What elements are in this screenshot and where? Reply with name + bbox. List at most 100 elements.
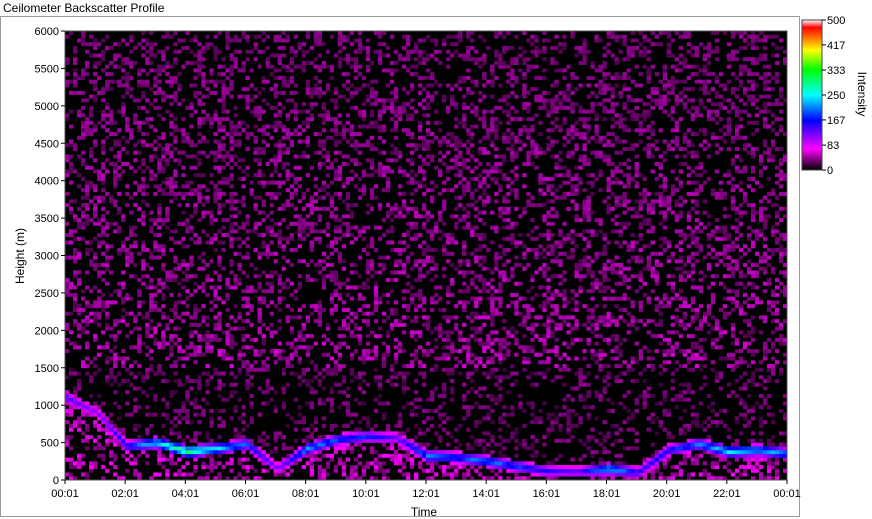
heatmap-cell: [117, 53, 122, 58]
heatmap-cell: [381, 68, 387, 73]
heatmap-cell: [101, 262, 106, 268]
heatmap-cell: [357, 334, 363, 339]
heatmap-cell: [426, 113, 431, 118]
heatmap-cell: [225, 446, 230, 451]
heatmap-cell: [369, 79, 375, 84]
heatmap-cell: [205, 195, 210, 200]
heatmap-cell: [97, 289, 102, 294]
heatmap-cell: [434, 356, 439, 361]
heatmap-cell: [217, 349, 222, 354]
heatmap-cell: [81, 203, 86, 208]
heatmap-cell: [321, 438, 327, 443]
heatmap-cell: [486, 150, 491, 155]
heatmap-cell: [281, 457, 286, 462]
heatmap-cell: [462, 337, 467, 342]
heatmap-cell: [289, 352, 294, 357]
heatmap-cell: [65, 281, 70, 286]
heatmap-cell: [201, 442, 206, 447]
heatmap-cell: [209, 79, 214, 84]
heatmap-cell: [393, 371, 399, 376]
heatmap-cell: [81, 42, 86, 47]
heatmap-cell: [197, 446, 202, 451]
heatmap-cell: [169, 143, 174, 148]
heatmap-cell: [393, 307, 399, 312]
heatmap-cell: [213, 248, 218, 253]
heatmap-cell: [229, 442, 234, 447]
heatmap-cell: [141, 218, 146, 223]
heatmap-cell: [145, 334, 150, 339]
heatmap-cell: [373, 435, 379, 440]
heatmap-cell: [225, 341, 230, 346]
heatmap-cell: [101, 233, 106, 238]
heatmap-cell: [133, 468, 138, 473]
heatmap-cell: [309, 259, 314, 264]
heatmap-cell: [177, 442, 182, 447]
heatmap-cell: [181, 382, 186, 387]
heatmap-cell: [353, 442, 359, 447]
heatmap-cell: [157, 72, 162, 77]
heatmap-cell: [101, 49, 106, 54]
heatmap-cell: [417, 169, 423, 174]
heatmap-cell: [401, 169, 407, 174]
heatmap-cell: [261, 75, 266, 80]
heatmap-cell: [514, 330, 519, 335]
heatmap-cell: [269, 461, 274, 466]
heatmap-cell: [389, 150, 395, 155]
heatmap-cell: [161, 218, 166, 223]
heatmap-cell: [301, 150, 306, 155]
heatmap-cell: [405, 210, 411, 215]
heatmap-cell: [438, 150, 443, 155]
heatmap-cell: [225, 322, 230, 327]
heatmap-cell: [446, 165, 451, 170]
heatmap-cell: [313, 34, 318, 39]
heatmap-cell: [177, 315, 182, 320]
heatmap-cell: [205, 364, 210, 369]
heatmap-cell: [73, 255, 78, 260]
heatmap-cell: [249, 262, 254, 268]
heatmap-cell: [253, 139, 258, 144]
heatmap-cell: [482, 113, 487, 118]
heatmap-cell: [482, 461, 487, 466]
heatmap-cell: [349, 135, 355, 140]
heatmap-cell: [325, 364, 331, 369]
heatmap-cell: [149, 334, 154, 339]
heatmap-cell: [185, 218, 190, 223]
heatmap-cell: [301, 259, 306, 264]
heatmap-cell: [225, 233, 230, 238]
heatmap-cell: [261, 450, 266, 455]
heatmap-cell: [389, 457, 395, 462]
heatmap-cell: [205, 442, 210, 447]
heatmap-cell: [93, 251, 98, 256]
heatmap-cell: [514, 255, 519, 260]
heatmap-cell: [189, 352, 194, 357]
heatmap-cell: [405, 472, 411, 477]
heatmap-cell: [325, 173, 331, 178]
heatmap-cell: [426, 139, 431, 144]
heatmap-cell: [221, 203, 226, 208]
heatmap-cell: [405, 450, 411, 455]
heatmap-cell: [389, 98, 395, 103]
heatmap-cell: [85, 322, 90, 327]
heatmap-cell: [141, 105, 146, 110]
heatmap-cell: [413, 352, 419, 357]
heatmap-cell: [409, 408, 415, 413]
heatmap-cell: [241, 337, 246, 342]
heatmap-cell: [498, 60, 503, 65]
heatmap-cell: [361, 124, 367, 129]
heatmap-cell: [297, 345, 302, 350]
heatmap-cell: [201, 352, 206, 357]
heatmap-cell: [321, 367, 327, 372]
heatmap-cell: [113, 173, 118, 178]
heatmap-cell: [309, 102, 314, 107]
heatmap-cell: [329, 311, 335, 316]
heatmap-cell: [417, 128, 423, 133]
heatmap-cell: [381, 31, 387, 36]
heatmap-cell: [341, 431, 347, 436]
heatmap-cell: [301, 195, 306, 200]
heatmap-cell: [341, 233, 347, 238]
heatmap-cell: [269, 311, 274, 316]
heatmap-cell: [165, 176, 170, 181]
heatmap-cell: [317, 262, 323, 268]
heatmap-cell: [193, 330, 198, 335]
heatmap-cell: [233, 206, 238, 211]
